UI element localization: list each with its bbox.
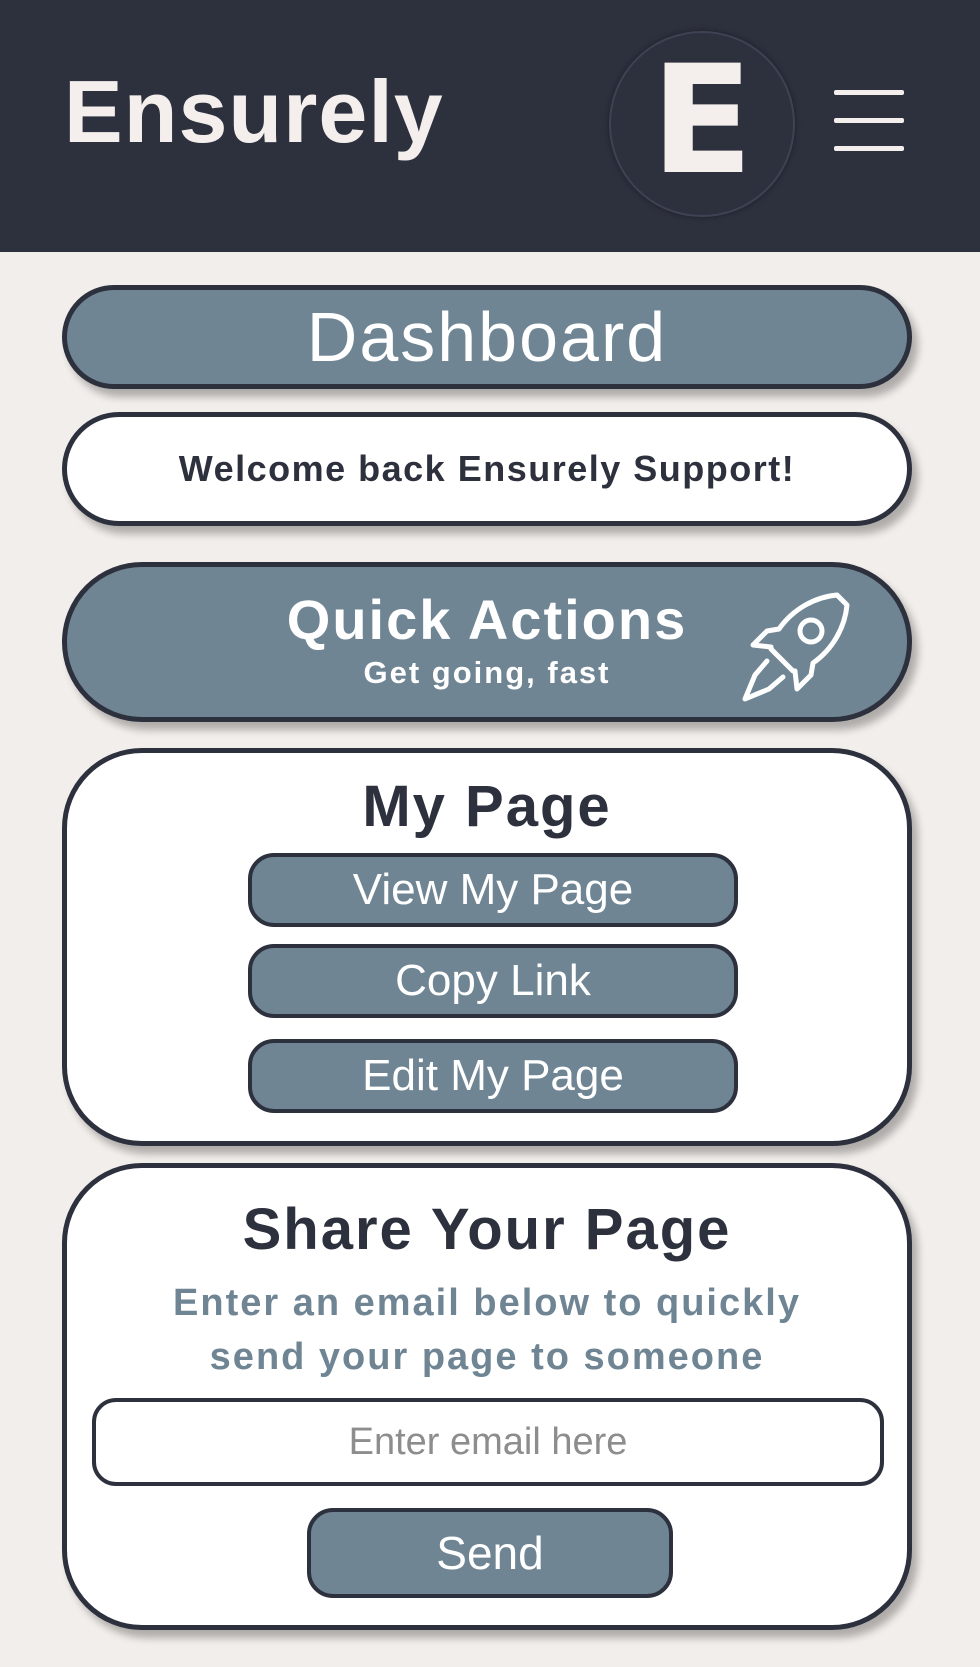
share-description-line-2: send your page to someone bbox=[209, 1336, 765, 1378]
share-description-line-1: Enter an email below to quickly bbox=[173, 1282, 801, 1324]
app-title: Ensurely bbox=[64, 62, 444, 161]
app-header: Ensurely E bbox=[0, 0, 980, 252]
send-button[interactable]: Send bbox=[307, 1508, 673, 1598]
share-page-title: Share Your Page bbox=[242, 1197, 732, 1262]
logo-letter: E bbox=[650, 34, 754, 208]
view-my-page-button[interactable]: View My Page bbox=[248, 853, 738, 927]
share-description: Enter an email below to quickly send you… bbox=[67, 1276, 907, 1384]
email-input[interactable] bbox=[92, 1398, 884, 1486]
dashboard-banner: Dashboard bbox=[62, 285, 912, 389]
quick-actions-button[interactable]: Quick Actions Get going, fast bbox=[62, 562, 912, 722]
copy-link-button[interactable]: Copy Link bbox=[248, 944, 738, 1018]
logo-avatar[interactable]: E bbox=[609, 31, 795, 217]
share-page-card: Share Your Page Enter an email below to … bbox=[62, 1163, 912, 1630]
welcome-message: Welcome back Ensurely Support! bbox=[178, 448, 796, 489]
my-page-card: My Page View My Page Copy Link Edit My P… bbox=[62, 748, 912, 1146]
dashboard-title: Dashboard bbox=[306, 298, 668, 376]
my-page-title: My Page bbox=[362, 774, 612, 839]
edit-my-page-button[interactable]: Edit My Page bbox=[248, 1039, 738, 1113]
welcome-banner: Welcome back Ensurely Support! bbox=[62, 412, 912, 526]
hamburger-menu-icon[interactable] bbox=[834, 86, 904, 156]
rocket-icon bbox=[742, 592, 850, 702]
